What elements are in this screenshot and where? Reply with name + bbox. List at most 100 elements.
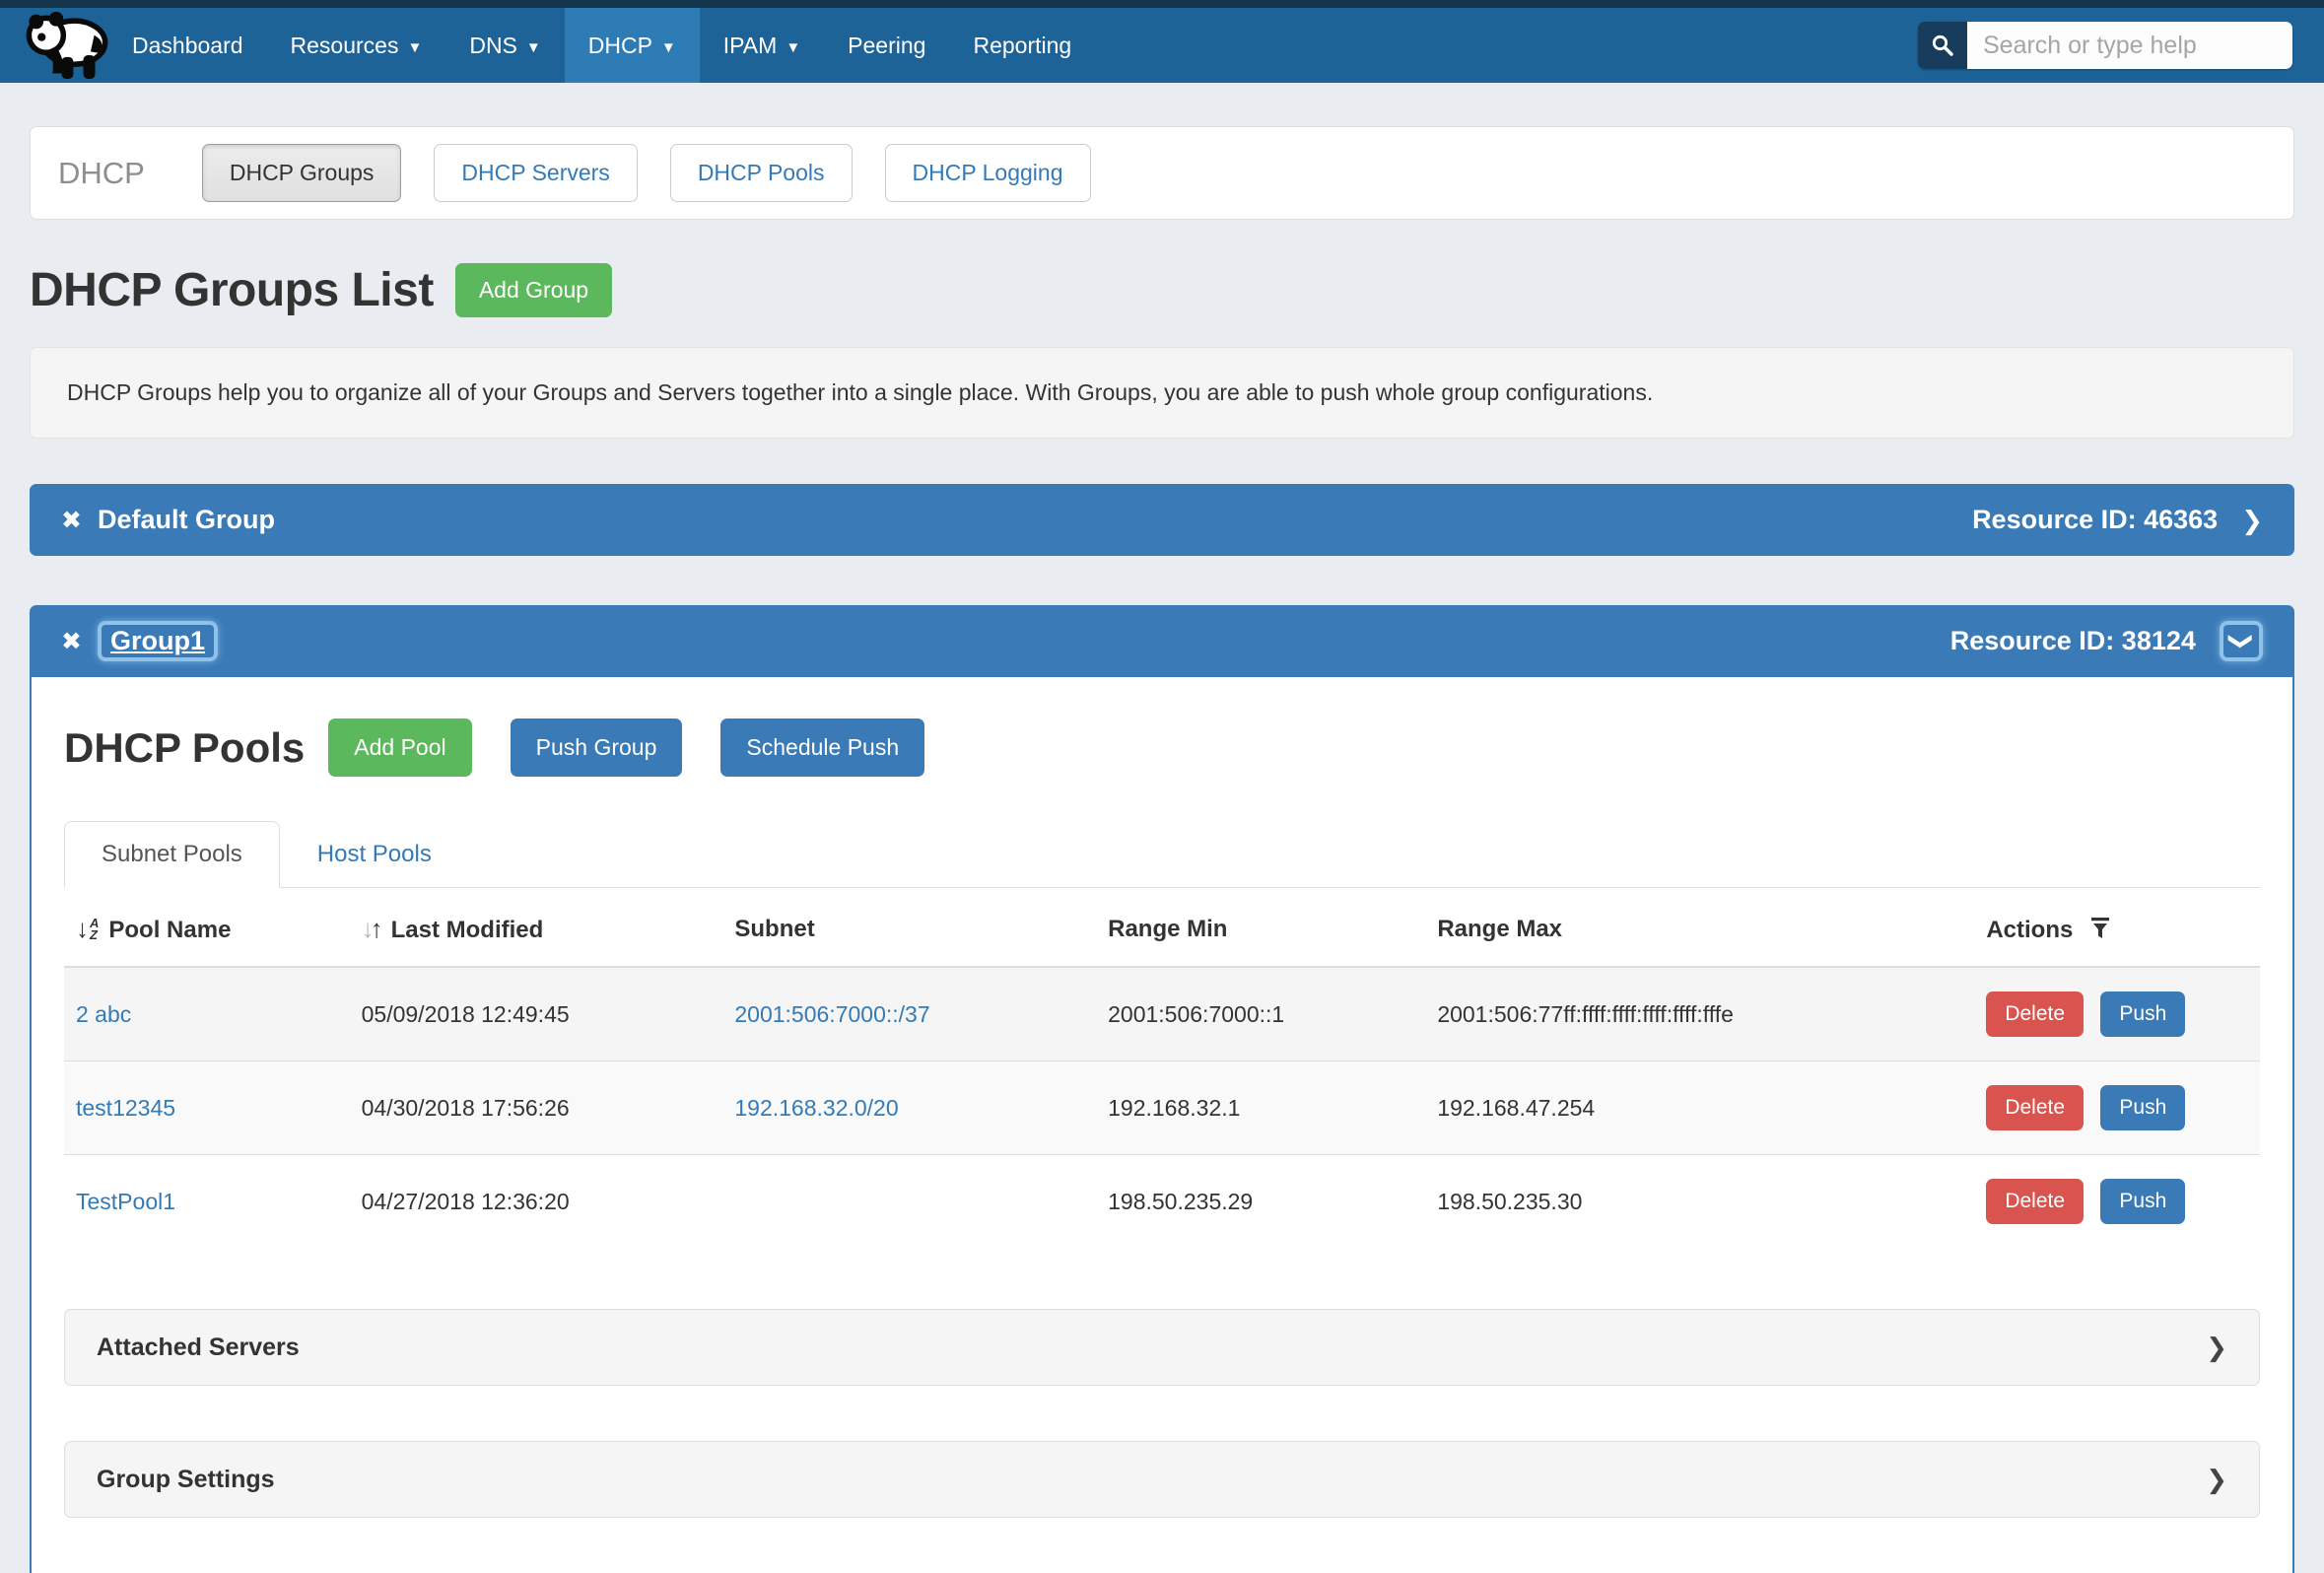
page-content: DHCP DHCP Groups DHCP Servers DHCP Pools… <box>0 126 2324 1573</box>
pools-title: DHCP Pools <box>64 724 305 772</box>
column-header-range-min[interactable]: Range Min <box>1096 888 1425 967</box>
push-pool-button[interactable]: Push <box>2100 992 2185 1037</box>
dhcp-servers-button[interactable]: DHCP Servers <box>434 144 637 202</box>
dhcp-groups-button[interactable]: DHCP Groups <box>202 144 402 202</box>
nav-label: Peering <box>848 33 925 59</box>
chevron-right-icon: ❯ <box>2206 1333 2227 1363</box>
add-pool-button[interactable]: Add Pool <box>328 718 471 777</box>
pool-tabs: Subnet Pools Host Pools <box>64 820 2260 888</box>
pool-name-link[interactable]: test12345 <box>76 1095 175 1121</box>
nav-item-reporting[interactable]: Reporting <box>949 8 1095 83</box>
subnav-label: DHCP <box>58 156 145 191</box>
subnet-link[interactable]: 192.168.32.0/20 <box>734 1095 898 1121</box>
top-strip <box>0 0 2324 8</box>
delete-pool-button[interactable]: Delete <box>1986 1179 2084 1224</box>
range-min-cell: 192.168.32.1 <box>1096 1061 1425 1155</box>
chevron-right-icon[interactable]: ❯ <box>2241 508 2263 533</box>
sort-alpha-icon[interactable]: ↓AZ <box>76 914 99 944</box>
table-row: test12345 04/30/2018 17:56:26 192.168.32… <box>64 1061 2260 1155</box>
push-pool-button[interactable]: Push <box>2100 1085 2185 1130</box>
subnet-pools-table: ↓AZPool Name ↓↑Last Modified Subnet Rang… <box>64 888 2260 1248</box>
nav-label: Reporting <box>973 33 1071 59</box>
dhcp-pools-button[interactable]: DHCP Pools <box>670 144 853 202</box>
caret-down-icon: ▼ <box>526 39 541 56</box>
resource-id: Resource ID: 46363 <box>1972 505 2218 535</box>
chevron-right-icon: ❯ <box>2206 1465 2227 1495</box>
table-row: TestPool1 04/27/2018 12:36:20 198.50.235… <box>64 1155 2260 1249</box>
delete-pool-button[interactable]: Delete <box>1986 1085 2084 1130</box>
nav-label: Resources <box>291 33 399 59</box>
group-bar-group1[interactable]: ✖ Group1 Resource ID: 38124 ❯ <box>30 605 2294 677</box>
pools-head: DHCP Pools Add Pool Push Group Schedule … <box>64 718 2260 777</box>
main-navbar: Dashboard Resources ▼ DNS ▼ DHCP ▼ IPAM … <box>0 8 2324 83</box>
search-button[interactable] <box>1918 22 1967 69</box>
subnet-link[interactable]: 2001:506:7000::/37 <box>734 1001 929 1027</box>
column-header-range-max[interactable]: Range Max <box>1425 888 1974 967</box>
range-max-cell: 2001:506:77ff:ffff:ffff:ffff:ffff:fffe <box>1425 967 1974 1061</box>
global-search <box>1918 22 2292 69</box>
nav-label: DNS <box>469 33 517 59</box>
nav-items: Dashboard Resources ▼ DNS ▼ DHCP ▼ IPAM … <box>108 8 1095 83</box>
nav-item-resources[interactable]: Resources ▼ <box>267 8 446 83</box>
last-modified-cell: 04/27/2018 12:36:20 <box>350 1155 723 1249</box>
push-pool-button[interactable]: Push <box>2100 1179 2185 1224</box>
app-logo[interactable] <box>0 8 108 83</box>
group-name-link[interactable]: Group1 <box>98 621 218 661</box>
last-modified-cell: 04/30/2018 17:56:26 <box>350 1061 723 1155</box>
chevron-down-icon: ❯ <box>2226 631 2255 650</box>
attached-servers-panel[interactable]: Attached Servers ❯ <box>64 1309 2260 1386</box>
caret-down-icon: ▼ <box>407 39 422 56</box>
nav-item-dashboard[interactable]: Dashboard <box>108 8 267 83</box>
search-icon <box>1931 34 1954 57</box>
column-header-subnet[interactable]: Subnet <box>722 888 1096 967</box>
caret-down-icon: ▼ <box>661 39 676 56</box>
tab-subnet-pools[interactable]: Subnet Pools <box>64 821 280 888</box>
pool-name-link[interactable]: 2 abc <box>76 1001 131 1027</box>
nav-item-dns[interactable]: DNS ▼ <box>445 8 564 83</box>
range-min-cell: 198.50.235.29 <box>1096 1155 1425 1249</box>
search-input[interactable] <box>1967 22 2292 69</box>
panel-label: Attached Servers <box>97 1334 300 1362</box>
nav-item-peering[interactable]: Peering <box>824 8 949 83</box>
column-header-pool-name[interactable]: ↓AZPool Name <box>64 888 350 967</box>
nav-label: DHCP <box>588 33 652 59</box>
delete-group-icon[interactable]: ✖ <box>61 506 82 535</box>
panel-label: Group Settings <box>97 1466 275 1494</box>
panda-logo-icon <box>22 4 112 85</box>
column-header-last-modified[interactable]: ↓↑Last Modified <box>350 888 723 967</box>
nav-item-ipam[interactable]: IPAM ▼ <box>700 8 824 83</box>
group-name: Default Group <box>98 505 275 535</box>
group-bar-right: Resource ID: 38124 ❯ <box>1950 621 2263 661</box>
dhcp-subnav: DHCP DHCP Groups DHCP Servers DHCP Pools… <box>30 126 2294 220</box>
tab-host-pools[interactable]: Host Pools <box>280 821 469 888</box>
table-row: 2 abc 05/09/2018 12:49:45 2001:506:7000:… <box>64 967 2260 1061</box>
range-max-cell: 198.50.235.30 <box>1425 1155 1974 1249</box>
caret-down-icon: ▼ <box>786 39 800 56</box>
collapse-group-button[interactable]: ❯ <box>2220 621 2263 661</box>
nav-item-dhcp[interactable]: DHCP ▼ <box>565 8 700 83</box>
resource-id: Resource ID: 38124 <box>1950 626 2196 656</box>
groups-description: DHCP Groups help you to organize all of … <box>30 347 2294 439</box>
pool-name-link[interactable]: TestPool1 <box>76 1189 175 1214</box>
group-detail-panel: DHCP Pools Add Pool Push Group Schedule … <box>30 677 2294 1573</box>
sort-icon[interactable]: ↓↑ <box>362 914 383 944</box>
schedule-push-button[interactable]: Schedule Push <box>720 718 924 777</box>
nav-label: Dashboard <box>132 33 243 59</box>
group-settings-panel[interactable]: Group Settings ❯ <box>64 1441 2260 1518</box>
group-bar-default-group[interactable]: ✖ Default Group Resource ID: 46363 ❯ <box>30 484 2294 556</box>
delete-group-icon[interactable]: ✖ <box>61 627 82 656</box>
table-header-row: ↓AZPool Name ↓↑Last Modified Subnet Rang… <box>64 888 2260 967</box>
page-head: DHCP Groups List Add Group <box>30 263 2294 317</box>
nav-label: IPAM <box>723 33 778 59</box>
add-group-button[interactable]: Add Group <box>455 263 612 317</box>
column-header-actions: Actions <box>1974 888 2260 967</box>
range-max-cell: 192.168.47.254 <box>1425 1061 1974 1155</box>
dhcp-logging-button[interactable]: DHCP Logging <box>885 144 1091 202</box>
push-group-button[interactable]: Push Group <box>511 718 683 777</box>
delete-pool-button[interactable]: Delete <box>1986 992 2084 1037</box>
last-modified-cell: 05/09/2018 12:49:45 <box>350 967 723 1061</box>
range-min-cell: 2001:506:7000::1 <box>1096 967 1425 1061</box>
filter-icon[interactable] <box>2089 917 2111 940</box>
group-bar-right: Resource ID: 46363 ❯ <box>1972 505 2263 535</box>
group-section-group1: ✖ Group1 Resource ID: 38124 ❯ DHCP Pools… <box>30 605 2294 1573</box>
